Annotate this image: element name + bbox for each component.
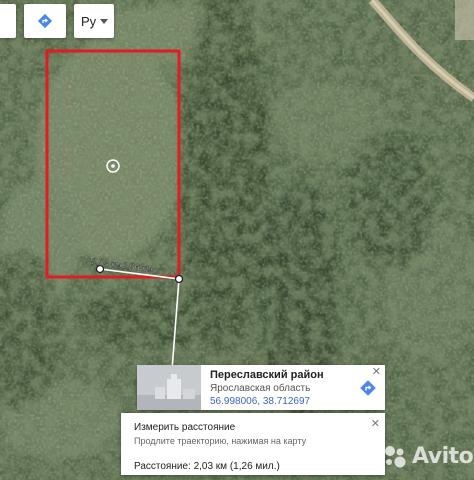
street-view-thumbnail[interactable] [137, 365, 201, 410]
language-dropdown[interactable]: Ру [74, 4, 114, 38]
search-box[interactable] [0, 4, 16, 38]
avito-watermark: Avito [382, 438, 474, 474]
measure-result: Расстояние: 2,03 км (1,26 мил.) [134, 461, 280, 472]
measure-hint: Продлите траекторию, нажимая на карту [134, 436, 307, 446]
map-controls: Ру [0, 4, 114, 38]
place-region: Ярославская область [210, 383, 311, 394]
directions-icon [360, 379, 376, 396]
measure-title: Измерить расстояние [134, 422, 236, 433]
avito-logo [385, 446, 406, 468]
measurement-vertex-point [174, 274, 184, 284]
directions-button[interactable] [24, 4, 66, 38]
chevron-down-icon [100, 18, 108, 24]
avito-wordmark: Avito [412, 443, 474, 469]
measure-distance-card: Измерить расстояние Продлите траекторию,… [121, 413, 385, 475]
close-icon[interactable]: ✕ [371, 419, 380, 430]
place-title: Переславский район [210, 369, 324, 381]
place-coordinates[interactable]: 56.998006, 38.712697 [210, 395, 345, 408]
close-icon[interactable]: ✕ [372, 367, 381, 378]
directions-icon [37, 13, 53, 29]
language-label: Ру [81, 13, 97, 29]
place-info-card: Переславский район Ярославская область 5… [137, 365, 385, 410]
